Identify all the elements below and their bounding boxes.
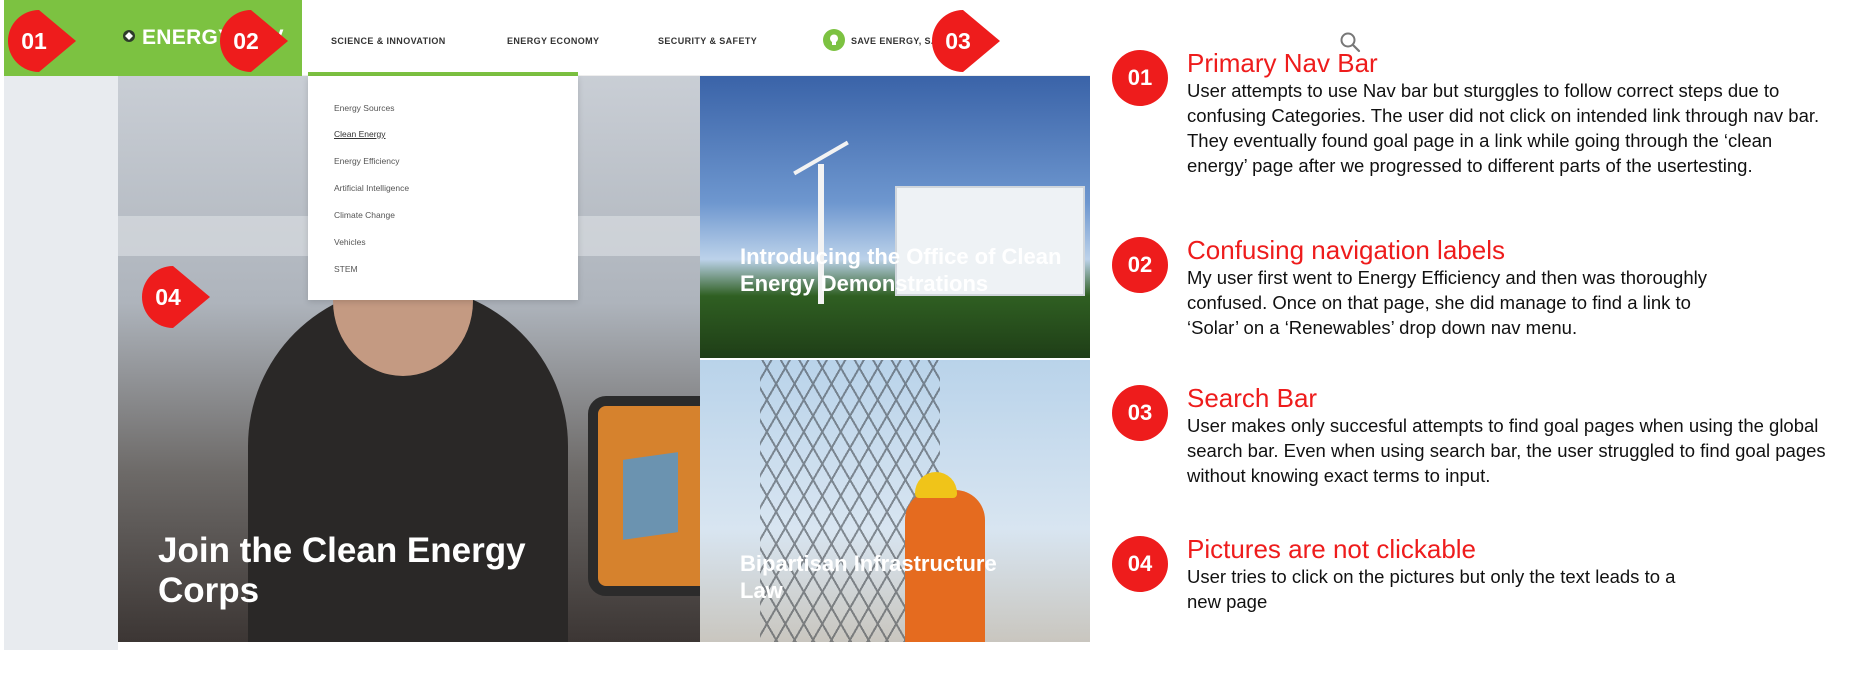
nav-dropdown-menu: Energy Sources Clean Energy Energy Effic… <box>308 76 578 300</box>
note-title: Confusing navigation labels <box>1187 235 1505 265</box>
callout-badge-02: 02 <box>218 6 288 76</box>
feature-tile-clean-energy: Introducing the Office of Clean Energy D… <box>700 76 1090 358</box>
dropdown-item-stem[interactable]: STEM <box>334 264 358 274</box>
note-number: 02 <box>1112 237 1168 293</box>
usability-notes: 01 Primary Nav Bar User attempts to use … <box>1112 0 1852 682</box>
website-screenshot: ENERGY.GOV SCIENCE & INNOVATION ENERGY E… <box>0 0 1361 650</box>
feature-tile-infrastructure: Bipartisan Infrastructure Law <box>700 360 1090 642</box>
dropdown-item-energy-sources[interactable]: Energy Sources <box>334 103 394 113</box>
dropdown-item-vehicles[interactable]: Vehicles <box>334 237 366 247</box>
note-title: Primary Nav Bar <box>1187 48 1378 78</box>
nav-security-safety[interactable]: SECURITY & SAFETY <box>658 36 757 46</box>
note-number: 01 <box>1112 50 1168 106</box>
note-title: Search Bar <box>1187 383 1318 413</box>
note-body: My user first went to Energy Efficiency … <box>1187 267 1707 338</box>
page-side-margin <box>4 76 118 650</box>
dropdown-item-energy-efficiency[interactable]: Energy Efficiency <box>334 156 400 166</box>
energy-logo-icon <box>123 30 135 42</box>
note-title: Pictures are not clickable <box>1187 534 1477 564</box>
callout-badge-04: 04 <box>140 262 210 332</box>
tile-infrastructure-title-link[interactable]: Bipartisan Infrastructure Law <box>740 550 1040 604</box>
note-body: User makes only succesful attempts to fi… <box>1187 415 1826 486</box>
equipment-screen-illustration <box>623 452 678 540</box>
hero-title-link[interactable]: Join the Clean Energy Corps <box>158 531 578 611</box>
note-number: 04 <box>1112 536 1168 592</box>
nav-science-innovation[interactable]: SCIENCE & INNOVATION <box>331 36 446 46</box>
tile-clean-energy-title-link[interactable]: Introducing the Office of Clean Energy D… <box>740 243 1080 297</box>
callout-badge-01: 01 <box>6 6 76 76</box>
note-body: User attempts to use Nav bar but sturggl… <box>1187 80 1820 176</box>
lightbulb-icon <box>823 29 845 51</box>
note-number: 03 <box>1112 385 1168 441</box>
nav-energy-economy[interactable]: ENERGY ECONOMY <box>507 36 599 46</box>
note-body: User tries to click on the pictures but … <box>1187 566 1676 612</box>
dropdown-item-artificial-intelligence[interactable]: Artificial Intelligence <box>334 183 409 193</box>
dropdown-item-climate-change[interactable]: Climate Change <box>334 210 395 220</box>
dropdown-item-clean-energy[interactable]: Clean Energy <box>334 129 386 139</box>
callout-badge-03: 03 <box>930 6 1000 76</box>
